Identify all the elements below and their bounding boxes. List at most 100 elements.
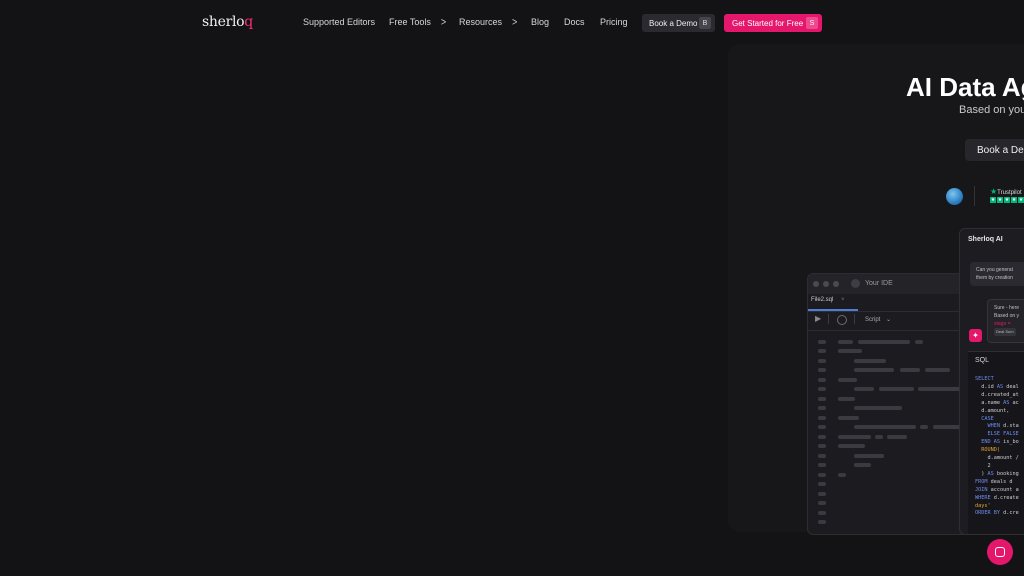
get-started-button[interactable]: Get Started for Free S bbox=[724, 14, 822, 32]
book-demo-button[interactable]: Book a Demo B bbox=[642, 14, 715, 32]
line-marker bbox=[818, 349, 826, 353]
file-tab[interactable]: File2.sql × bbox=[811, 297, 845, 303]
nav-label: Supported Editors bbox=[303, 17, 376, 27]
chevron-right-icon: > bbox=[440, 16, 447, 28]
sql-line: WHEN d.sta bbox=[975, 423, 1018, 430]
star-icon: ★ bbox=[997, 197, 1003, 203]
sql-token: is_bo bbox=[1000, 439, 1019, 446]
code-line-placeholder bbox=[854, 454, 884, 458]
script-dropdown[interactable]: Script ⌄ bbox=[865, 316, 891, 323]
script-label: Script bbox=[865, 317, 881, 323]
sql-token: d.amount / bbox=[975, 455, 1019, 462]
close-icon[interactable]: × bbox=[841, 297, 845, 303]
deal-summary-chip[interactable]: Deal Sum bbox=[994, 328, 1016, 336]
sql-token: d.amount, bbox=[975, 407, 1010, 414]
sql-token: d.cre bbox=[1000, 510, 1019, 517]
line-marker bbox=[818, 340, 826, 344]
sql-token: FROM bbox=[975, 478, 988, 485]
sql-line: FROM deals d bbox=[975, 479, 1013, 485]
message-line: Can you generat bbox=[976, 267, 1013, 273]
nav-free-tools[interactable]: Free Tools > bbox=[389, 16, 447, 28]
code-line-placeholder bbox=[854, 463, 871, 467]
file-tab-label: File2.sql bbox=[811, 297, 834, 303]
window-dot-icon bbox=[823, 281, 829, 287]
history-icon[interactable] bbox=[837, 315, 847, 325]
star-icon: ★ bbox=[1011, 197, 1017, 203]
nav-docs[interactable]: Docs bbox=[564, 17, 585, 27]
code-line-placeholder bbox=[920, 425, 928, 429]
sql-token: ROUND( bbox=[975, 447, 1000, 454]
line-marker bbox=[818, 359, 826, 363]
sql-token: 2 bbox=[975, 462, 991, 469]
nav-label: Free Tools bbox=[389, 17, 431, 27]
nav-label: Pricing bbox=[600, 17, 628, 27]
user-message: Can you generat them by creation bbox=[970, 262, 1024, 286]
sparkle-icon[interactable]: ✦ bbox=[969, 329, 982, 342]
code-line-placeholder bbox=[838, 473, 846, 477]
sql-line: WHERE d.create bbox=[975, 495, 1019, 501]
globe-icon bbox=[946, 188, 963, 205]
sql-line: SELECT bbox=[975, 376, 994, 382]
play-icon[interactable]: ▶ bbox=[815, 314, 821, 323]
sql-token: deals d bbox=[987, 478, 1013, 485]
logo-accent: q bbox=[244, 14, 253, 30]
get-started-label: Get Started for Free bbox=[732, 18, 804, 28]
divider bbox=[854, 314, 855, 324]
nav-blog[interactable]: Blog bbox=[531, 17, 549, 27]
code-line-placeholder bbox=[854, 425, 916, 429]
sql-token: days' bbox=[975, 502, 991, 509]
code-line-placeholder bbox=[854, 368, 894, 372]
sql-line: d.id AS deal bbox=[975, 384, 1019, 390]
line-marker bbox=[818, 406, 826, 410]
line-marker bbox=[818, 444, 826, 448]
line-marker bbox=[818, 435, 826, 439]
line-marker bbox=[818, 501, 826, 505]
nav-label: Blog bbox=[531, 17, 550, 27]
sql-code-block: SELECT d.id AS deal d.created_at a.name … bbox=[975, 376, 1019, 518]
sql-token: WHEN bbox=[975, 423, 1000, 430]
sql-line: d.amount / bbox=[975, 455, 1019, 462]
code-line-placeholder bbox=[900, 368, 920, 372]
nav-supported-editors[interactable]: Supported Editors bbox=[303, 17, 375, 27]
hero-book-demo-button[interactable]: Book a Der bbox=[965, 139, 1024, 161]
sql-line: ELSE FALSE bbox=[975, 431, 1019, 438]
sql-line: JOIN account a bbox=[975, 487, 1019, 493]
chevron-right-icon: > bbox=[512, 16, 518, 28]
sql-line: ) AS booking bbox=[975, 471, 1019, 477]
line-marker bbox=[818, 520, 826, 524]
sql-token: WHERE bbox=[975, 494, 991, 501]
code-line-placeholder bbox=[854, 387, 874, 391]
sql-token: a.name bbox=[975, 399, 1004, 406]
line-marker bbox=[818, 454, 826, 458]
sql-line: ORDER BY d.cre bbox=[975, 510, 1019, 516]
assistant-message: Sure - here Based on y stage = Deal Sum bbox=[987, 299, 1024, 343]
sql-token: d.id bbox=[975, 383, 997, 390]
line-marker bbox=[818, 387, 826, 391]
code-line-placeholder bbox=[838, 444, 865, 448]
nav-label: Resources bbox=[459, 17, 503, 27]
sql-token: ELSE FALSE bbox=[975, 431, 1019, 438]
line-marker bbox=[818, 368, 826, 372]
trustpilot-badge[interactable]: ★Trustpilot bbox=[990, 187, 1022, 196]
code-line-placeholder bbox=[854, 406, 902, 410]
nav-pricing[interactable]: Pricing bbox=[600, 17, 628, 27]
sql-line: d.created_at bbox=[975, 392, 1019, 398]
star-icon: ★ bbox=[1018, 197, 1024, 203]
code-line-placeholder bbox=[875, 435, 883, 439]
chat-icon bbox=[995, 547, 1005, 557]
message-line: them by creation bbox=[976, 275, 1013, 281]
divider bbox=[974, 186, 975, 206]
trustpilot-label: Trustpilot bbox=[997, 190, 1022, 196]
sql-token: ) bbox=[975, 470, 988, 477]
message-line: Sure - here bbox=[994, 305, 1020, 311]
line-marker bbox=[818, 425, 826, 429]
nav-resources[interactable]: Resources > bbox=[459, 16, 518, 28]
chevron-down-icon: ⌄ bbox=[886, 317, 892, 323]
sql-token: ORDER BY bbox=[975, 510, 1000, 517]
sherloq-logo[interactable]: sherloq bbox=[202, 14, 253, 30]
chat-launcher-button[interactable] bbox=[987, 539, 1013, 565]
code-line-placeholder bbox=[918, 387, 963, 391]
shortcut-key: B bbox=[699, 17, 711, 29]
nav-label: Docs bbox=[564, 17, 585, 27]
window-dot-icon bbox=[833, 281, 839, 287]
